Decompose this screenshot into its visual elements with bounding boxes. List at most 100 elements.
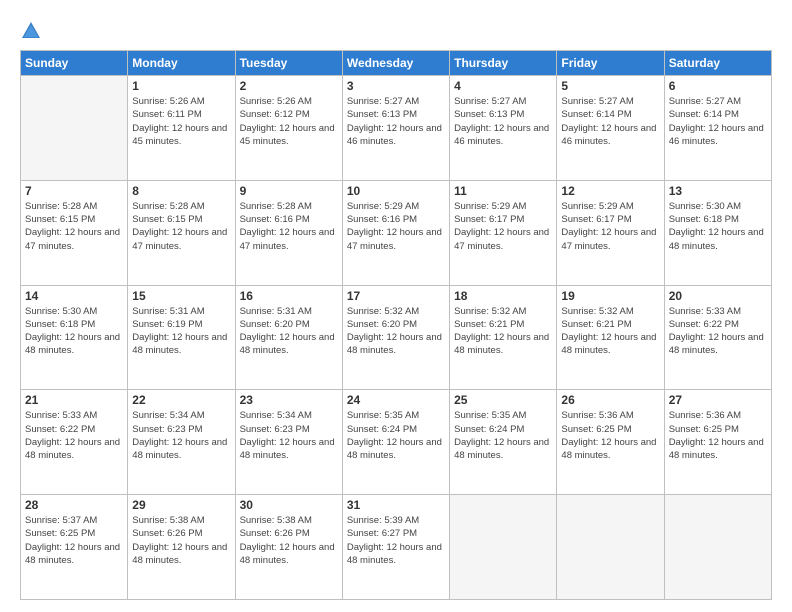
- day-number: 6: [669, 79, 767, 93]
- calendar-day-cell: 5 Sunrise: 5:27 AM Sunset: 6:14 PM Daylig…: [557, 76, 664, 181]
- day-info: Sunrise: 5:31 AM Sunset: 6:19 PM Dayligh…: [132, 305, 230, 358]
- day-info: Sunrise: 5:35 AM Sunset: 6:24 PM Dayligh…: [454, 409, 552, 462]
- day-number: 13: [669, 184, 767, 198]
- day-number: 24: [347, 393, 445, 407]
- day-number: 18: [454, 289, 552, 303]
- calendar-day-cell: 2Sunrise: 5:26 AM Sunset: 6:12 PM Daylig…: [235, 76, 342, 181]
- calendar-page: SundayMondayTuesdayWednesdayThursdayFrid…: [0, 0, 792, 612]
- header: [20, 18, 772, 40]
- weekday-header-tuesday: Tuesday: [235, 51, 342, 76]
- day-number: 27: [669, 393, 767, 407]
- day-info: Sunrise: 5:30 AM Sunset: 6:18 PM Dayligh…: [669, 200, 767, 253]
- day-info: Sunrise: 5:27 AM Sunset: 6:13 PM Dayligh…: [347, 95, 445, 148]
- day-number: 29: [132, 498, 230, 512]
- day-number: 30: [240, 498, 338, 512]
- day-number: 3: [347, 79, 445, 93]
- day-info: Sunrise: 5:36 AM Sunset: 6:25 PM Dayligh…: [669, 409, 767, 462]
- day-number: 20: [669, 289, 767, 303]
- logo: [20, 18, 44, 40]
- weekday-header-friday: Friday: [557, 51, 664, 76]
- day-info: Sunrise: 5:32 AM Sunset: 6:21 PM Dayligh…: [454, 305, 552, 358]
- day-number: 15: [132, 289, 230, 303]
- day-number: 14: [25, 289, 123, 303]
- calendar-day-cell: [557, 495, 664, 600]
- calendar-day-cell: [21, 76, 128, 181]
- calendar-week-row: 14 Sunrise: 5:30 AM Sunset: 6:18 PM Dayli…: [21, 285, 772, 390]
- day-number: 17: [347, 289, 445, 303]
- day-number: 21: [25, 393, 123, 407]
- calendar-day-cell: 10 Sunrise: 5:29 AM Sunset: 6:16 PM Dayli…: [342, 180, 449, 285]
- calendar-day-cell: 27 Sunrise: 5:36 AM Sunset: 6:25 PM Dayli…: [664, 390, 771, 495]
- calendar-day-cell: 4 Sunrise: 5:27 AM Sunset: 6:13 PM Daylig…: [450, 76, 557, 181]
- calendar-day-cell: 13 Sunrise: 5:30 AM Sunset: 6:18 PM Dayli…: [664, 180, 771, 285]
- calendar-day-cell: 11Sunrise: 5:29 AM Sunset: 6:17 PM Dayli…: [450, 180, 557, 285]
- day-info: Sunrise: 5:26 AM Sunset: 6:12 PM Dayligh…: [240, 95, 338, 148]
- day-info: Sunrise: 5:28 AM Sunset: 6:16 PM Dayligh…: [240, 200, 338, 253]
- calendar-day-cell: 7 Sunrise: 5:28 AM Sunset: 6:15 PM Daylig…: [21, 180, 128, 285]
- calendar-day-cell: 12 Sunrise: 5:29 AM Sunset: 6:17 PM Dayli…: [557, 180, 664, 285]
- day-number: 22: [132, 393, 230, 407]
- day-info: Sunrise: 5:28 AM Sunset: 6:15 PM Dayligh…: [25, 200, 123, 253]
- calendar-day-cell: 22 Sunrise: 5:34 AM Sunset: 6:23 PM Dayli…: [128, 390, 235, 495]
- calendar-day-cell: 26Sunrise: 5:36 AM Sunset: 6:25 PM Dayli…: [557, 390, 664, 495]
- day-info: Sunrise: 5:37 AM Sunset: 6:25 PM Dayligh…: [25, 514, 123, 567]
- calendar-day-cell: 9 Sunrise: 5:28 AM Sunset: 6:16 PM Daylig…: [235, 180, 342, 285]
- day-info: Sunrise: 5:34 AM Sunset: 6:23 PM Dayligh…: [132, 409, 230, 462]
- day-info: Sunrise: 5:32 AM Sunset: 6:20 PM Dayligh…: [347, 305, 445, 358]
- day-info: Sunrise: 5:27 AM Sunset: 6:14 PM Dayligh…: [669, 95, 767, 148]
- day-number: 16: [240, 289, 338, 303]
- day-number: 19: [561, 289, 659, 303]
- calendar-day-cell: 20 Sunrise: 5:33 AM Sunset: 6:22 PM Dayli…: [664, 285, 771, 390]
- day-info: Sunrise: 5:32 AM Sunset: 6:21 PM Dayligh…: [561, 305, 659, 358]
- calendar-day-cell: 21 Sunrise: 5:33 AM Sunset: 6:22 PM Dayli…: [21, 390, 128, 495]
- weekday-header-monday: Monday: [128, 51, 235, 76]
- day-number: 25: [454, 393, 552, 407]
- calendar-week-row: 28 Sunrise: 5:37 AM Sunset: 6:25 PM Dayli…: [21, 495, 772, 600]
- logo-icon: [20, 20, 42, 42]
- day-info: Sunrise: 5:27 AM Sunset: 6:13 PM Dayligh…: [454, 95, 552, 148]
- day-number: 5: [561, 79, 659, 93]
- day-number: 1: [132, 79, 230, 93]
- calendar-day-cell: 1 Sunrise: 5:26 AM Sunset: 6:11 PM Daylig…: [128, 76, 235, 181]
- calendar-day-cell: 30Sunrise: 5:38 AM Sunset: 6:26 PM Dayli…: [235, 495, 342, 600]
- day-info: Sunrise: 5:29 AM Sunset: 6:16 PM Dayligh…: [347, 200, 445, 253]
- day-info: Sunrise: 5:34 AM Sunset: 6:23 PM Dayligh…: [240, 409, 338, 462]
- calendar-day-cell: 6 Sunrise: 5:27 AM Sunset: 6:14 PM Daylig…: [664, 76, 771, 181]
- calendar-day-cell: 8Sunrise: 5:28 AM Sunset: 6:15 PM Daylig…: [128, 180, 235, 285]
- day-info: Sunrise: 5:39 AM Sunset: 6:27 PM Dayligh…: [347, 514, 445, 567]
- day-info: Sunrise: 5:26 AM Sunset: 6:11 PM Dayligh…: [132, 95, 230, 148]
- calendar-week-row: 1 Sunrise: 5:26 AM Sunset: 6:11 PM Daylig…: [21, 76, 772, 181]
- day-number: 11: [454, 184, 552, 198]
- calendar-day-cell: 28 Sunrise: 5:37 AM Sunset: 6:25 PM Dayli…: [21, 495, 128, 600]
- day-info: Sunrise: 5:30 AM Sunset: 6:18 PM Dayligh…: [25, 305, 123, 358]
- calendar-table: SundayMondayTuesdayWednesdayThursdayFrid…: [20, 50, 772, 600]
- day-number: 28: [25, 498, 123, 512]
- day-info: Sunrise: 5:31 AM Sunset: 6:20 PM Dayligh…: [240, 305, 338, 358]
- day-number: 7: [25, 184, 123, 198]
- day-number: 26: [561, 393, 659, 407]
- weekday-header-wednesday: Wednesday: [342, 51, 449, 76]
- day-number: 9: [240, 184, 338, 198]
- weekday-header-saturday: Saturday: [664, 51, 771, 76]
- day-number: 23: [240, 393, 338, 407]
- day-info: Sunrise: 5:27 AM Sunset: 6:14 PM Dayligh…: [561, 95, 659, 148]
- weekday-header-row: SundayMondayTuesdayWednesdayThursdayFrid…: [21, 51, 772, 76]
- day-number: 12: [561, 184, 659, 198]
- day-number: 10: [347, 184, 445, 198]
- day-info: Sunrise: 5:28 AM Sunset: 6:15 PM Dayligh…: [132, 200, 230, 253]
- day-info: Sunrise: 5:33 AM Sunset: 6:22 PM Dayligh…: [669, 305, 767, 358]
- calendar-day-cell: 16 Sunrise: 5:31 AM Sunset: 6:20 PM Dayli…: [235, 285, 342, 390]
- calendar-week-row: 7 Sunrise: 5:28 AM Sunset: 6:15 PM Daylig…: [21, 180, 772, 285]
- weekday-header-thursday: Thursday: [450, 51, 557, 76]
- calendar-day-cell: 25 Sunrise: 5:35 AM Sunset: 6:24 PM Dayli…: [450, 390, 557, 495]
- day-info: Sunrise: 5:29 AM Sunset: 6:17 PM Dayligh…: [561, 200, 659, 253]
- calendar-week-row: 21 Sunrise: 5:33 AM Sunset: 6:22 PM Dayli…: [21, 390, 772, 495]
- calendar-day-cell: 31 Sunrise: 5:39 AM Sunset: 6:27 PM Dayli…: [342, 495, 449, 600]
- calendar-day-cell: 17 Sunrise: 5:32 AM Sunset: 6:20 PM Dayli…: [342, 285, 449, 390]
- calendar-day-cell: 24Sunrise: 5:35 AM Sunset: 6:24 PM Dayli…: [342, 390, 449, 495]
- calendar-day-cell: 19 Sunrise: 5:32 AM Sunset: 6:21 PM Dayli…: [557, 285, 664, 390]
- day-info: Sunrise: 5:33 AM Sunset: 6:22 PM Dayligh…: [25, 409, 123, 462]
- day-number: 31: [347, 498, 445, 512]
- calendar-day-cell: 15 Sunrise: 5:31 AM Sunset: 6:19 PM Dayli…: [128, 285, 235, 390]
- day-number: 4: [454, 79, 552, 93]
